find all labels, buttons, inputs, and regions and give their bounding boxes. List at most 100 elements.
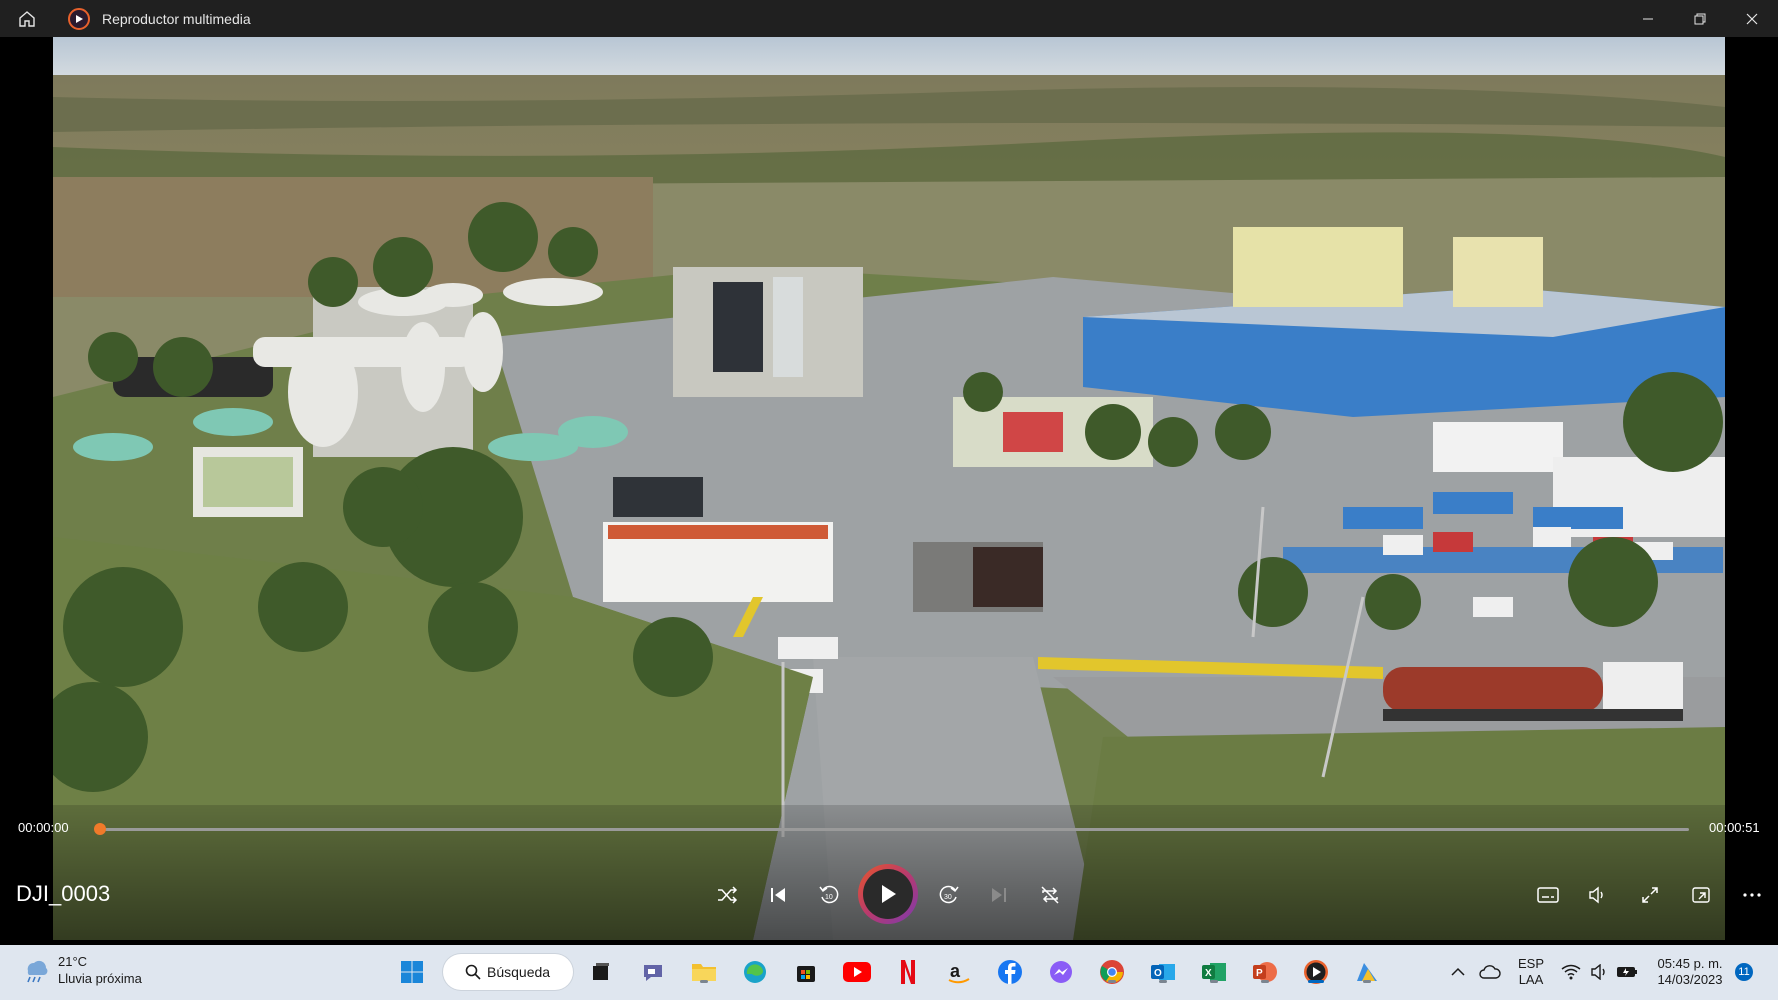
language-indicator[interactable]: ESP LAA	[1515, 956, 1547, 988]
running-indicator	[1261, 980, 1269, 983]
restore-button[interactable]	[1674, 0, 1726, 37]
language-code: ESP	[1517, 956, 1544, 971]
sky	[53, 37, 1725, 77]
subtitles-icon	[1537, 887, 1559, 903]
cloud-icon	[1479, 965, 1501, 979]
svg-text:O: O	[1154, 968, 1162, 979]
battery-charging-icon	[1617, 967, 1637, 977]
home-button[interactable]	[0, 0, 54, 37]
taskbar-maps[interactable]	[1352, 957, 1382, 987]
volume-tray[interactable]	[1586, 957, 1612, 987]
play-icon	[882, 885, 896, 903]
close-button[interactable]	[1726, 0, 1778, 37]
taskbar-powerpoint[interactable]: P	[1250, 957, 1280, 987]
next-button[interactable]	[982, 878, 1016, 912]
chat-icon	[644, 965, 662, 981]
network-tray[interactable]	[1558, 957, 1584, 987]
tanker-truck	[1383, 662, 1683, 721]
taskbar-amazon[interactable]: a	[944, 957, 974, 987]
taskbar-youtube[interactable]	[842, 957, 872, 987]
running-indicator	[1159, 980, 1167, 983]
active-indicator	[1308, 980, 1324, 983]
forward-30-icon: 30	[939, 885, 959, 904]
keyboard-layout: LAA	[1518, 972, 1544, 987]
window-title: Reproductor multimedia	[102, 10, 251, 27]
skip-previous-icon	[771, 888, 785, 902]
skip-next-icon	[992, 888, 1006, 902]
minimize-button[interactable]	[1622, 0, 1674, 37]
volume-icon	[1589, 886, 1603, 904]
repeat-off-icon	[1041, 886, 1059, 904]
fullscreen-button[interactable]	[1633, 878, 1667, 912]
taskbar-excel[interactable]: X	[1199, 957, 1229, 987]
close-icon	[1746, 13, 1758, 24]
mini-player-icon	[1692, 887, 1710, 903]
facebook-icon	[998, 960, 1022, 984]
taskbar-edge[interactable]	[740, 957, 770, 987]
taskbar-file-explorer[interactable]	[689, 957, 719, 987]
home-icon	[19, 10, 35, 27]
taskbar-store[interactable]	[791, 957, 821, 987]
taskbar-chat[interactable]	[638, 957, 668, 987]
taskbar-chrome[interactable]	[1097, 957, 1127, 987]
taskbar-messenger[interactable]	[1046, 957, 1076, 987]
onedrive-tray[interactable]	[1476, 957, 1504, 987]
chevron-up-icon	[1451, 967, 1465, 976]
shuffle-icon	[718, 886, 738, 904]
taskbar-netflix[interactable]	[893, 957, 923, 987]
minimize-icon	[1643, 18, 1653, 19]
clock-date: 14/03/2023	[1657, 972, 1723, 987]
task-view-button[interactable]	[586, 957, 616, 987]
mini-player-button[interactable]	[1684, 878, 1718, 912]
windows-icon	[401, 961, 423, 983]
repeat-button[interactable]	[1033, 878, 1067, 912]
store-icon	[797, 966, 815, 982]
clock[interactable]: 05:45 p. m. 14/03/2023	[1650, 956, 1730, 988]
shuffle-button[interactable]	[710, 878, 744, 912]
netflix-icon	[901, 960, 915, 984]
running-indicator	[700, 980, 708, 983]
running-indicator	[1363, 980, 1371, 983]
seek-thumb[interactable]	[94, 823, 106, 835]
taskbar-facebook[interactable]	[995, 957, 1025, 987]
more-options-button[interactable]	[1735, 878, 1769, 912]
play-button[interactable]	[858, 864, 918, 924]
volume-button[interactable]	[1580, 878, 1614, 912]
restore-icon	[1694, 13, 1706, 24]
forward-30-button[interactable]: 30	[932, 878, 966, 912]
running-indicator	[1210, 980, 1218, 983]
rewind-10-button[interactable]: 10	[812, 878, 846, 912]
more-icon	[1743, 893, 1761, 897]
search-label: Búsqueda	[487, 964, 551, 980]
current-time: 00:00:00	[18, 820, 69, 835]
window-controls	[1622, 0, 1778, 37]
weather-widget[interactable]: 21°C Lluvia próxima	[20, 953, 142, 987]
task-view-icon	[593, 963, 609, 980]
subtitles-button[interactable]	[1531, 878, 1565, 912]
weather-temperature: 21°C	[58, 954, 88, 969]
svg-text:P: P	[1256, 968, 1263, 979]
wifi-icon	[1561, 964, 1581, 980]
start-button[interactable]	[397, 957, 427, 987]
amazon-icon: a	[948, 961, 970, 984]
taskbar: 21°C Lluvia próxima Búsqueda a O X P ESP…	[0, 945, 1778, 1000]
clock-time: 05:45 p. m.	[1657, 956, 1723, 971]
title-bar: Reproductor multimedia	[0, 0, 1778, 37]
svg-text:a: a	[950, 961, 961, 981]
taskbar-media-player[interactable]	[1301, 957, 1331, 987]
show-hidden-icons-button[interactable]	[1447, 957, 1469, 987]
svg-text:X: X	[1205, 968, 1212, 979]
weather-description: Lluvia próxima	[58, 971, 142, 986]
taskbar-outlook[interactable]: O	[1148, 957, 1178, 987]
previous-button[interactable]	[761, 878, 795, 912]
media-title: DJI_0003	[16, 881, 111, 906]
notifications-badge[interactable]: 11	[1735, 963, 1753, 981]
battery-tray[interactable]	[1614, 957, 1640, 987]
taskbar-search[interactable]: Búsqueda	[443, 954, 573, 990]
speaker-icon	[1591, 964, 1605, 980]
total-time: 00:00:51	[1709, 820, 1760, 835]
edge-icon	[744, 961, 766, 983]
media-player-app-icon	[68, 7, 90, 30]
seek-bar[interactable]	[105, 828, 1689, 831]
svg-text:30: 30	[944, 894, 952, 901]
